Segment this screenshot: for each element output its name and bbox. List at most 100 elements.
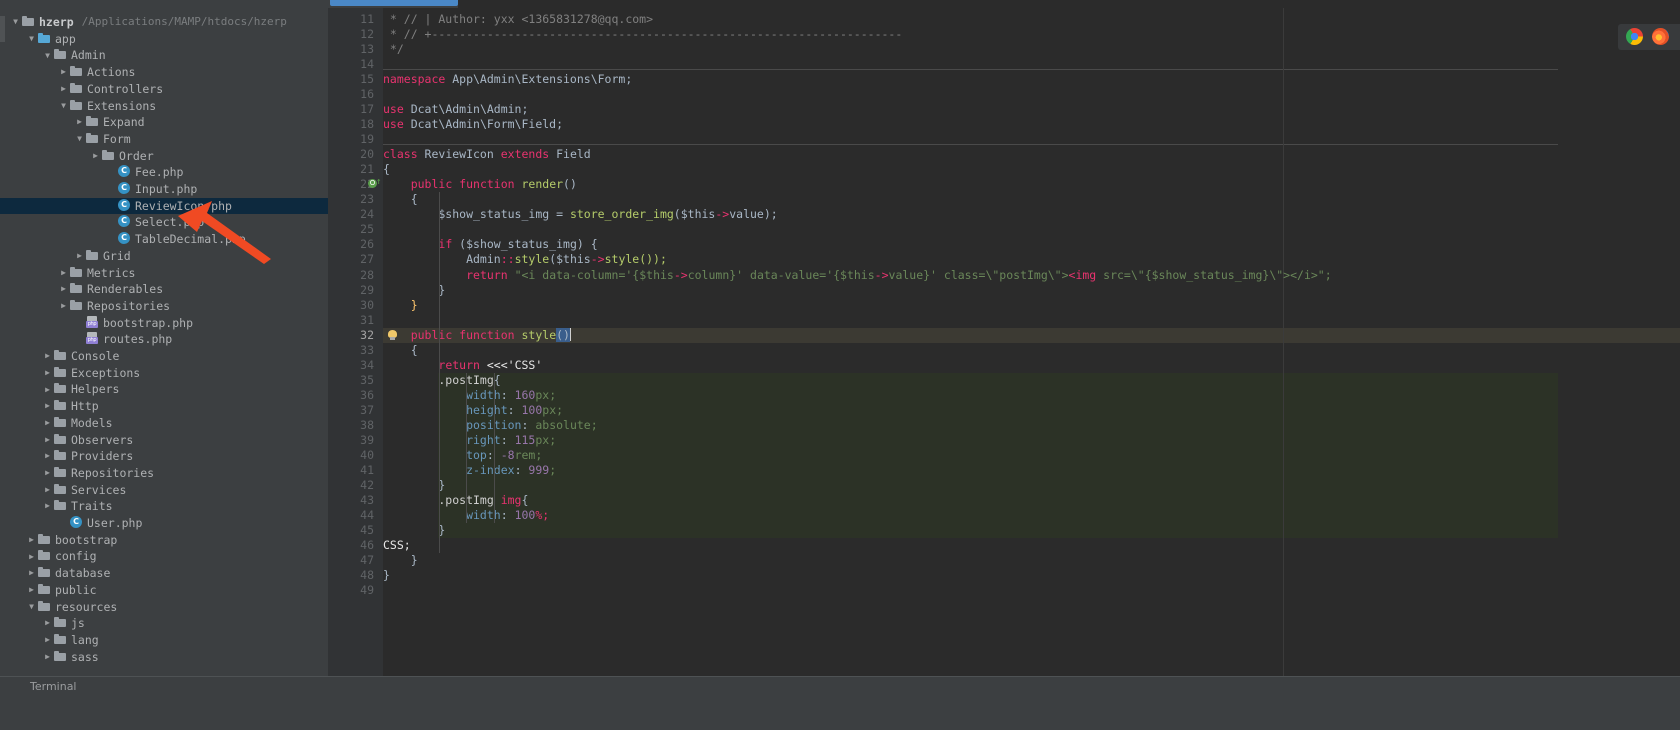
tree-item-user-php[interactable]: User.php [0, 515, 328, 532]
chevron-right-icon[interactable]: ▶ [42, 615, 53, 632]
tree-item-renderables[interactable]: ▶ Renderables [0, 281, 328, 298]
chrome-icon[interactable] [1626, 28, 1643, 45]
tree-item-app[interactable]: ▼ app [0, 31, 328, 48]
chevron-right-icon[interactable]: ▶ [26, 582, 37, 599]
tree-item-services[interactable]: ▶ Services [0, 482, 328, 499]
code-line[interactable]: .postImg{ [383, 373, 500, 388]
chevron-right-icon[interactable]: ▶ [42, 448, 53, 465]
chevron-right-icon[interactable]: ▶ [74, 248, 85, 265]
code-line[interactable]: use Dcat\Admin\Form\Field; [383, 117, 563, 132]
chevron-right-icon[interactable]: ▶ [42, 348, 53, 365]
code-line[interactable]: { [383, 162, 390, 177]
tree-item-form[interactable]: ▼ Form [0, 131, 328, 148]
tree-item-resources[interactable]: ▼ resources [0, 599, 328, 616]
tree-item-select-php[interactable]: Select.php [0, 214, 328, 231]
tree-item-database[interactable]: ▶ database [0, 565, 328, 582]
code-line[interactable]: public function render() [383, 177, 577, 192]
chevron-right-icon[interactable]: ▶ [26, 532, 37, 549]
code-line[interactable]: } [383, 553, 418, 568]
chevron-down-icon[interactable]: ▼ [26, 31, 37, 48]
code-line[interactable]: { [383, 343, 418, 358]
code-line[interactable]: namespace App\Admin\Extensions\Form; [383, 72, 632, 87]
tree-item-providers[interactable]: ▶ Providers [0, 448, 328, 465]
chevron-right-icon[interactable]: ▶ [42, 649, 53, 666]
chevron-right-icon[interactable]: ▶ [58, 64, 69, 81]
method-override-gutter-icon[interactable]: O ↑ [368, 177, 381, 189]
tree-item-sass[interactable]: ▶ sass [0, 649, 328, 666]
tree-item-traits[interactable]: ▶ Traits [0, 498, 328, 515]
code-line[interactable]: height: 100px; [383, 403, 563, 418]
tree-item-models[interactable]: ▶ Models [0, 415, 328, 432]
code-line[interactable]: { [383, 192, 418, 207]
chevron-right-icon[interactable]: ▶ [42, 498, 53, 515]
chevron-right-icon[interactable]: ▶ [58, 281, 69, 298]
tree-item-bootstrap[interactable]: ▶ bootstrap [0, 532, 328, 549]
tree-item-http[interactable]: ▶ Http [0, 398, 328, 415]
code-line[interactable]: width: 160px; [383, 388, 556, 403]
chevron-right-icon[interactable]: ▶ [42, 465, 53, 482]
code-line[interactable]: CSS; [383, 538, 411, 553]
tree-item-extensions[interactable]: ▼ Extensions [0, 98, 328, 115]
chevron-right-icon[interactable]: ▶ [42, 398, 53, 415]
code-line[interactable]: z-index: 999; [383, 463, 556, 478]
tree-item-admin[interactable]: ▼ Admin [0, 47, 328, 64]
chevron-right-icon[interactable]: ▶ [42, 415, 53, 432]
tree-item-reviewicon-php[interactable]: ReviewIcon.php [0, 197, 328, 215]
chevron-down-icon[interactable]: ▼ [42, 48, 53, 65]
terminal-tool-button[interactable]: Terminal [30, 680, 77, 693]
chevron-down-icon[interactable]: ▼ [74, 131, 85, 148]
chevron-right-icon[interactable]: ▶ [42, 632, 53, 649]
tree-item-bootstrap-php[interactable]: bootstrap.php [0, 315, 328, 332]
chevron-right-icon[interactable]: ▶ [74, 114, 85, 131]
chevron-down-icon[interactable]: ▼ [58, 98, 69, 115]
project-tree-panel[interactable]: ▼ hzerp/Applications/MAMP/htdocs/hzerp ▼ ap… [0, 8, 328, 676]
tree-item-tabledecimal-php[interactable]: TableDecimal.php [0, 231, 328, 248]
code-line[interactable]: if ($show_status_img) { [383, 237, 597, 252]
code-line[interactable]: * // | Author: yxx <1365831278@qq.com> [383, 12, 653, 27]
code-line[interactable]: use Dcat\Admin\Admin; [383, 102, 528, 117]
chevron-right-icon[interactable]: ▶ [58, 81, 69, 98]
chevron-right-icon[interactable]: ▶ [42, 432, 53, 449]
chevron-right-icon[interactable]: ▶ [42, 365, 53, 382]
tree-item-repositories[interactable]: ▶ Repositories [0, 465, 328, 482]
code-line[interactable]: position: absolute; [383, 418, 598, 433]
chevron-right-icon[interactable]: ▶ [90, 148, 101, 165]
code-line[interactable]: right: 115px; [383, 433, 556, 448]
firefox-icon[interactable] [1652, 28, 1669, 45]
code-lines[interactable]: 11 * // | Author: yxx <1365831278@qq.com… [328, 8, 1680, 676]
code-line[interactable]: } [383, 478, 445, 493]
code-editor[interactable]: 11 * // | Author: yxx <1365831278@qq.com… [328, 8, 1680, 676]
code-line[interactable]: public function style() [383, 327, 571, 343]
tree-item-expand[interactable]: ▶ Expand [0, 114, 328, 131]
tree-item-fee-php[interactable]: Fee.php [0, 164, 328, 181]
code-line[interactable]: $show_status_img = store_order_img($this… [383, 207, 777, 222]
code-line[interactable]: * // +----------------------------------… [383, 27, 902, 42]
code-line[interactable]: */ [383, 42, 404, 57]
tree-item-observers[interactable]: ▶ Observers [0, 432, 328, 449]
code-line[interactable]: } [383, 568, 390, 583]
code-line[interactable]: Admin::style($this->style()); [383, 252, 667, 267]
tree-item-public[interactable]: ▶ public [0, 582, 328, 599]
tree-item-console[interactable]: ▶ Console [0, 348, 328, 365]
tree-item-hzerp[interactable]: ▼ hzerp/Applications/MAMP/htdocs/hzerp [0, 14, 328, 31]
chevron-right-icon[interactable]: ▶ [42, 482, 53, 499]
code-line[interactable]: return <<<'CSS' [383, 358, 542, 373]
tree-item-input-php[interactable]: Input.php [0, 181, 328, 198]
code-line[interactable]: top: -8rem; [383, 448, 542, 463]
browser-launcher-bar[interactable] [1618, 24, 1680, 50]
tree-item-controllers[interactable]: ▶ Controllers [0, 81, 328, 98]
tree-item-repositories[interactable]: ▶ Repositories [0, 298, 328, 315]
tree-item-order[interactable]: ▶ Order [0, 148, 328, 165]
chevron-right-icon[interactable]: ▶ [58, 265, 69, 282]
chevron-right-icon[interactable]: ▶ [58, 298, 69, 315]
code-line[interactable]: } [383, 283, 445, 298]
tree-item-metrics[interactable]: ▶ Metrics [0, 265, 328, 282]
code-line[interactable]: } [383, 298, 418, 313]
tree-item-js[interactable]: ▶ js [0, 615, 328, 632]
code-line[interactable]: return "<i data-column='{$this->column}'… [383, 268, 1332, 283]
intention-bulb-icon[interactable] [388, 329, 401, 342]
tree-item-helpers[interactable]: ▶ Helpers [0, 381, 328, 398]
code-line[interactable]: class ReviewIcon extends Field [383, 147, 591, 162]
editor-tab-reviewicon[interactable] [330, 0, 458, 6]
chevron-down-icon[interactable]: ▼ [26, 599, 37, 616]
